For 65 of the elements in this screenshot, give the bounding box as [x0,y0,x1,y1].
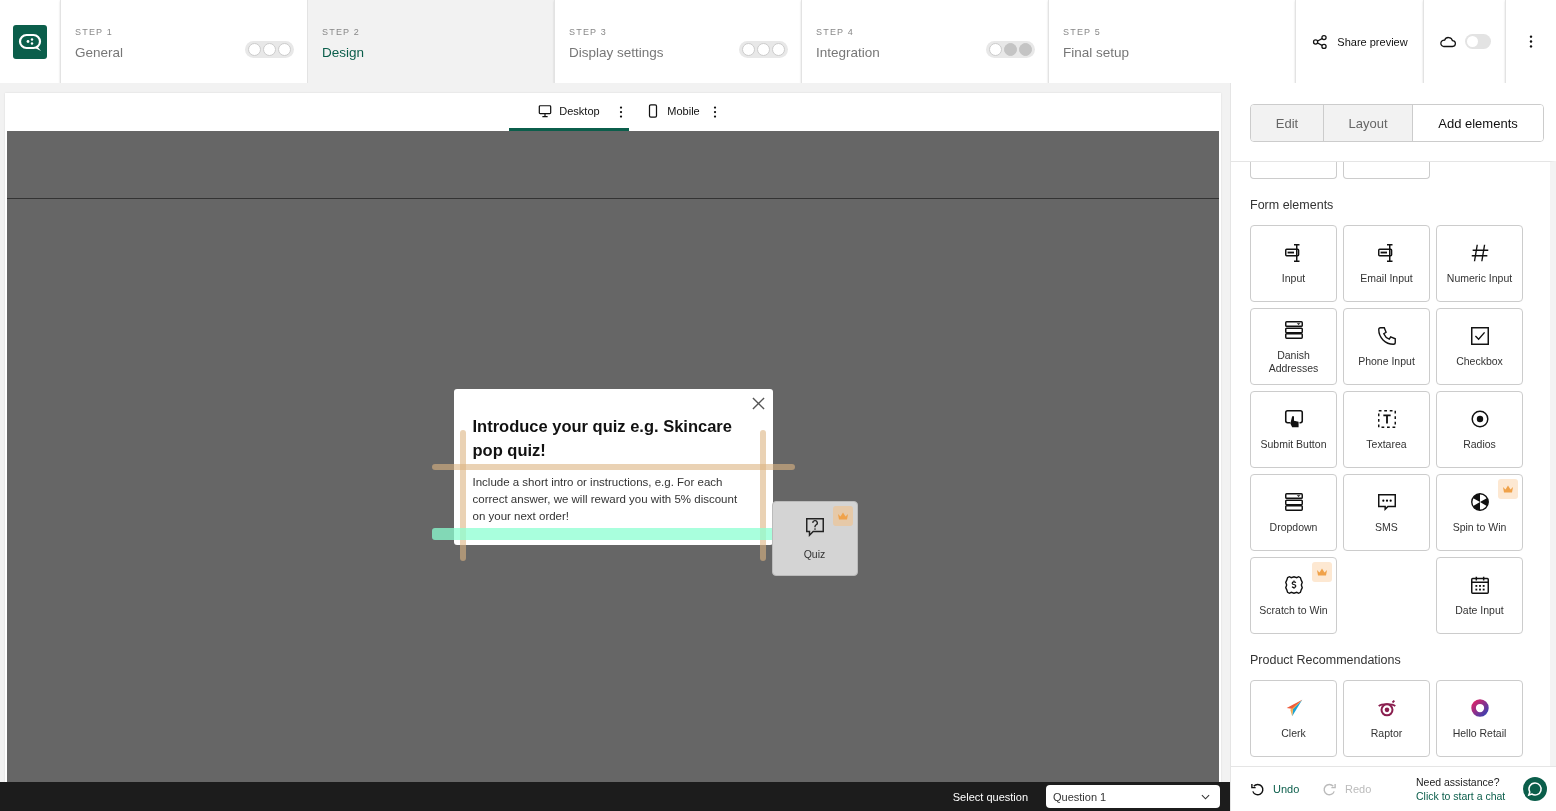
wheel-icon [1468,491,1491,513]
section-title: Product Recommendations [1250,653,1402,667]
dropdown-icon [1282,318,1305,341]
element-tile[interactable]: Textarea [1343,391,1430,468]
element-tile[interactable]: Input [1250,225,1337,302]
share-icon [1311,33,1330,50]
more-icon[interactable] [619,106,623,118]
step-tab[interactable]: STEP 3 Display settings [554,0,801,83]
step-tab[interactable]: STEP 4 Integration [801,0,1048,83]
element-tile[interactable]: Scratch to Win [1250,557,1337,634]
dropdown-icon [1282,491,1305,513]
element-tile[interactable] [1343,162,1430,179]
popup-text: Include a short intro or instructions, e.g. For each correct answer, we will reward you with 5% discount on your next order! [472,475,739,524]
progress-dots [739,41,788,58]
chevron-down-icon [1201,793,1210,800]
element-tile[interactable]: Dropdown [1250,474,1337,551]
logo-icon [13,24,47,59]
scratch-card-icon [1282,574,1305,596]
element-tile[interactable] [1250,162,1337,179]
checkbox-icon [1468,325,1491,347]
chat-bubble-icon[interactable] [1523,777,1548,801]
undo-button[interactable]: Undo [1250,781,1310,797]
progress-dots [986,41,1035,58]
toggle-switch[interactable] [1464,34,1491,49]
eye-icon [1375,697,1398,719]
text-box-icon [1375,408,1398,430]
more-icon[interactable] [1529,35,1533,48]
ring-icon [1468,697,1491,719]
element-tile[interactable]: Danish Addresses [1250,308,1337,385]
close-icon[interactable] [751,397,765,410]
element-tile[interactable]: Checkbox [1436,308,1523,385]
share-preview-button[interactable]: Share preview [1295,0,1423,83]
calendar-icon [1468,574,1491,596]
panel-tab[interactable]: Edit [1251,105,1323,141]
question-bubble-icon [803,516,826,538]
dragged-element-tile[interactable]: Quiz [771,501,858,576]
panel-tab[interactable]: Layout [1323,105,1412,141]
undo-icon [1250,781,1265,797]
question-dropdown[interactable]: Question 1 [1046,785,1220,808]
element-tile[interactable]: Hello Retail [1436,680,1523,757]
chat-icon [1375,491,1398,513]
more-icon[interactable] [713,106,717,118]
element-tile[interactable]: Phone Input [1343,308,1430,385]
click-icon [1282,408,1305,430]
step-tab[interactable]: STEP 1 General [60,0,307,83]
redo-icon [1322,781,1337,797]
progress-dots [245,41,294,58]
monitor-icon [538,103,553,118]
element-tile[interactable]: Raptor [1343,680,1430,757]
section-title: Form elements [1250,198,1335,212]
element-tile[interactable]: Submit Button [1250,391,1337,468]
phone-icon [1375,325,1398,347]
element-tile[interactable]: Spin to Win [1436,474,1523,551]
element-tile[interactable]: Radios [1436,391,1523,468]
element-tile[interactable]: Email Input [1343,225,1430,302]
element-tile[interactable]: Numeric Input [1436,225,1523,302]
help-text: Need assistance? [1416,776,1501,788]
element-tile[interactable]: Date Input [1436,557,1523,634]
step-tab[interactable]: STEP 5 Final setup [1048,0,1295,83]
element-tile[interactable]: Clerk [1250,680,1337,757]
chat-link[interactable]: Click to start a chat [1416,790,1506,802]
popup-title: Introduce your quiz e.g. Skincare pop quiz! [472,416,733,461]
select-question-label: Select question [952,790,1028,803]
element-tile[interactable]: SMS [1343,474,1430,551]
panel-tab[interactable]: Add elements [1412,105,1543,141]
